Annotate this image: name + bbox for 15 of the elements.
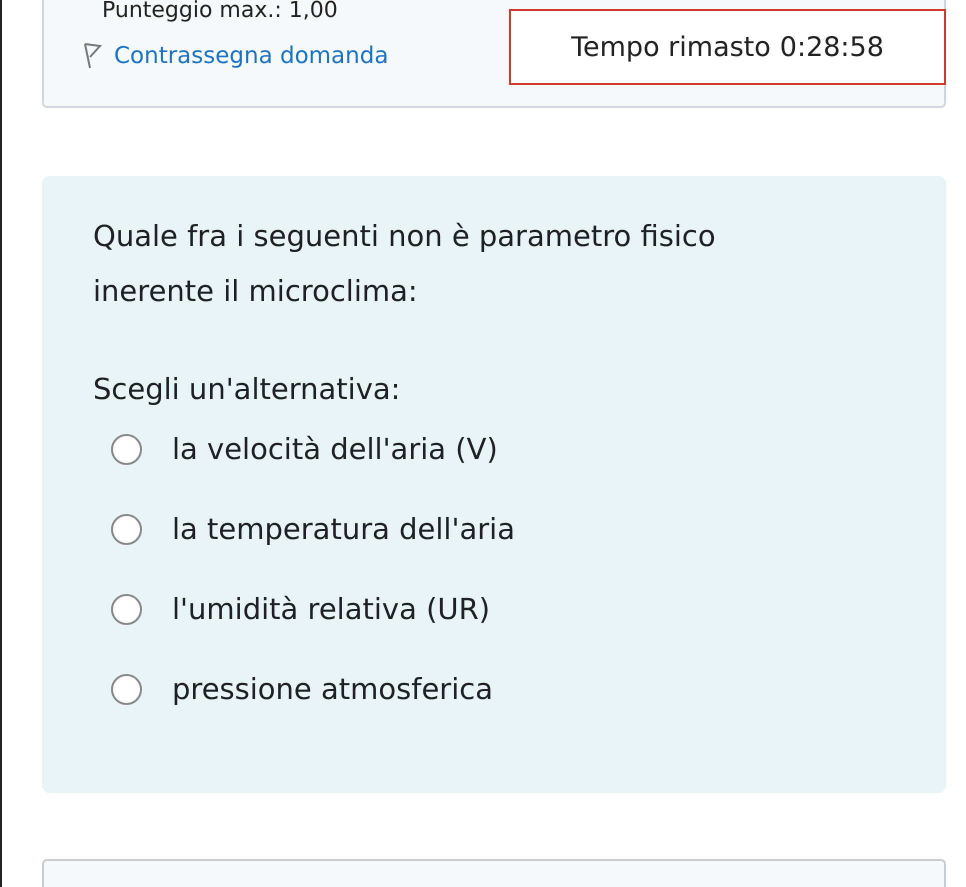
timer-value: 0:28:58 xyxy=(780,32,884,62)
option-label[interactable]: la velocità dell'aria (V) xyxy=(172,432,498,466)
answer-prompt: Scegli un'alternativa: xyxy=(93,371,402,408)
question-text: Quale fra i seguenti non è parametro fisico inerente il microclima: xyxy=(93,218,717,310)
max-points-text: Punteggio max.: 1,00 xyxy=(102,0,339,24)
radio-button[interactable] xyxy=(111,434,142,464)
flag-icon[interactable] xyxy=(82,42,102,70)
timer-label: Tempo rimasto xyxy=(571,32,771,62)
radio-button[interactable] xyxy=(111,674,142,704)
option-label[interactable]: l'umidità relativa (UR) xyxy=(172,592,490,626)
radio-button[interactable] xyxy=(111,594,142,624)
flag-question-link[interactable]: Contrassegna domanda xyxy=(114,43,388,69)
option-label[interactable]: pressione atmosferica xyxy=(172,672,493,706)
radio-button[interactable] xyxy=(111,514,142,544)
option-label[interactable]: la temperatura dell'aria xyxy=(172,512,515,546)
